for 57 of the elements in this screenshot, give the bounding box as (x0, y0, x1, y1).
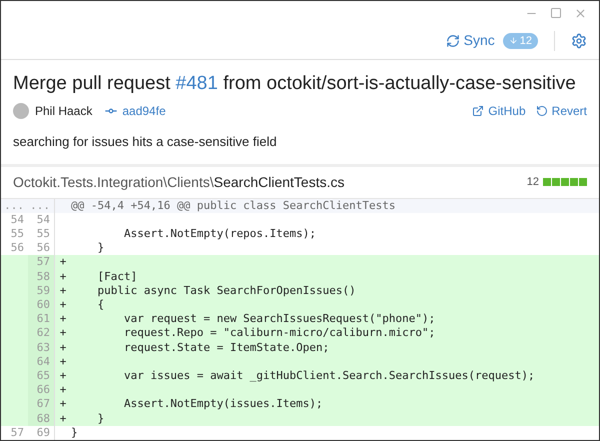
new-line-number: 61 (28, 312, 55, 326)
close-icon[interactable] (574, 7, 587, 20)
new-line-number: 65 (28, 368, 55, 384)
change-count: 12 (526, 174, 539, 190)
sync-icon (446, 34, 460, 48)
code-line: var issues = await _gitHubClient.Search.SearchIssues(request); (122, 368, 535, 384)
code-line: Assert.NotEmpty(repos.Items); (122, 226, 316, 242)
pull-request-link[interactable]: #481 (176, 73, 218, 94)
down-arrow-icon (508, 36, 518, 45)
diff-sign: + (58, 340, 68, 355)
new-line-number: 58 (28, 270, 55, 284)
external-link-icon (472, 105, 484, 117)
revert-link[interactable]: Revert (536, 102, 587, 120)
commit-title: Merge pull request #481 from octokit/sort-is-actually-case-sensitive (13, 72, 577, 96)
code-line: } (96, 241, 104, 256)
code-line: request.State = ItemState.Open; (122, 340, 330, 355)
code-line: } (96, 412, 104, 426)
diff-sign: + (58, 298, 68, 312)
new-line-number: 63 (28, 340, 55, 355)
code-line: [Fact] (96, 270, 138, 284)
diff-sign: + (58, 354, 68, 369)
code-line: { (96, 298, 104, 312)
new-line-number: 67 (28, 397, 55, 412)
commit-sha-link[interactable]: aad94fe (122, 102, 166, 120)
diff-sign: + (58, 412, 68, 426)
code-line: var request = new SearchIssuesRequest("phone"); (122, 312, 436, 326)
diff-sign: + (58, 284, 68, 298)
diff-sign: + (58, 270, 68, 284)
code-line: public async Task SearchForOpenIssues() (96, 284, 356, 298)
maximize-icon[interactable] (550, 7, 562, 19)
hunk-header: @@ -54,4 +54,16 @@ public class SearchClientTests (71, 198, 396, 213)
undo-icon (536, 105, 548, 117)
new-line-number: 66 (28, 383, 55, 398)
avatar (13, 103, 29, 119)
sync-count-badge: 12 (502, 32, 538, 48)
settings-icon[interactable] (571, 32, 587, 48)
new-line-number: 56 (28, 241, 55, 256)
diff-sign: + (58, 312, 68, 326)
new-line-number: 68 (28, 412, 55, 426)
diff-sign: + (58, 368, 68, 384)
new-line-number: 64 (28, 354, 55, 369)
diff-sign: + (58, 397, 68, 412)
code-line: Assert.NotEmpty(issues.Items); (122, 397, 323, 412)
commit-message: searching for issues hits a case-sensitive field (13, 133, 278, 151)
diff-sign: + (58, 383, 68, 398)
new-line-number: 62 (28, 326, 55, 341)
new-line-number: 60 (28, 298, 55, 312)
new-line-number: 59 (28, 284, 55, 298)
author-name: Phil Haack (35, 103, 92, 120)
code-line: } (71, 426, 78, 440)
sync-button[interactable]: Sync (446, 30, 495, 51)
diff-sign: + (58, 326, 68, 341)
code-line: request.Repo = "caliburn-micro/caliburn.micro"; (122, 326, 436, 341)
new-line-number: 57 (28, 255, 55, 270)
diff-sign: + (58, 255, 68, 270)
file-path: Octokit.Tests.Integration\Clients\SearchClientTests.cs (13, 172, 344, 192)
github-link[interactable]: GitHub (472, 102, 526, 120)
